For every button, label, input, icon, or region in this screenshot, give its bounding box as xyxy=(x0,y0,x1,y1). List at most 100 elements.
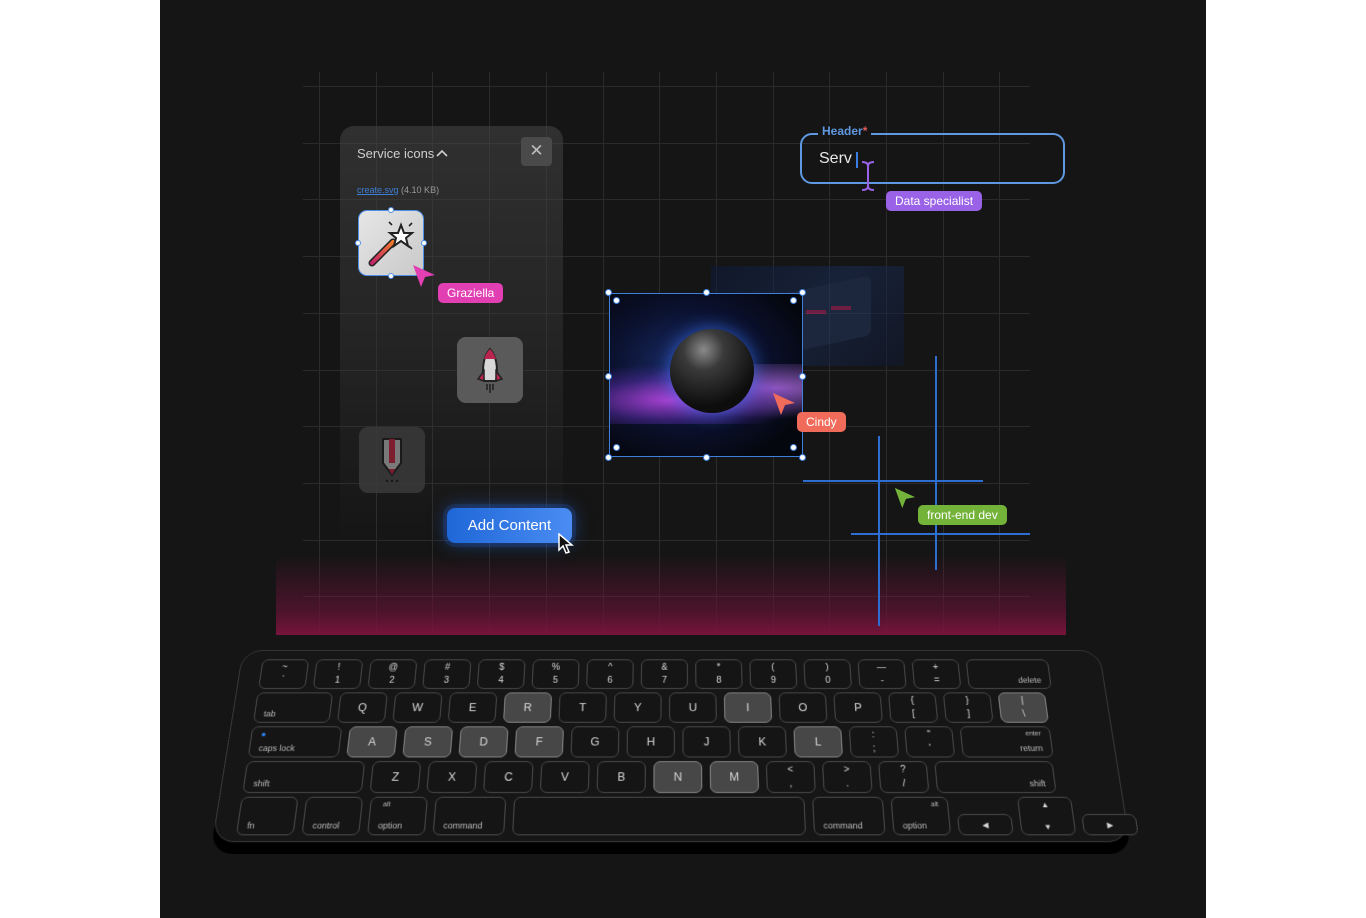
resize-handle[interactable] xyxy=(703,454,710,461)
rotate-handle[interactable] xyxy=(790,297,797,304)
key-f[interactable]: F xyxy=(514,726,564,758)
key-command-left[interactable]: command xyxy=(432,796,507,836)
key-t[interactable]: T xyxy=(558,692,607,723)
key-r[interactable]: R xyxy=(503,692,553,723)
key-i[interactable]: I xyxy=(723,692,773,723)
key-`[interactable]: ~ ` xyxy=(258,659,310,689)
key-symbol[interactable]: | \ xyxy=(997,692,1049,723)
key-3[interactable]: #3 xyxy=(422,659,472,689)
key-space[interactable] xyxy=(512,796,807,836)
key-symbol[interactable]: {[ xyxy=(888,692,939,723)
resize-handle[interactable] xyxy=(703,289,710,296)
key-8[interactable]: * 8 xyxy=(695,659,743,689)
key-symbol[interactable]: " ' xyxy=(904,726,956,758)
key-o[interactable]: O xyxy=(778,692,828,723)
key-label: 9 xyxy=(770,675,777,686)
selected-image-frame[interactable] xyxy=(609,293,803,457)
add-content-button[interactable]: Add Content xyxy=(447,508,572,543)
key-q[interactable]: Q xyxy=(336,692,388,723)
key--[interactable]: — - xyxy=(857,659,907,689)
key-v[interactable]: V xyxy=(539,761,590,794)
key-command-right[interactable]: command xyxy=(812,796,886,836)
key-e[interactable]: E xyxy=(447,692,498,723)
resize-handle[interactable] xyxy=(799,454,806,461)
key-label: ; xyxy=(872,743,876,754)
key-l[interactable]: L xyxy=(793,726,844,758)
key-=[interactable]: + = xyxy=(911,659,962,689)
resize-handle[interactable] xyxy=(388,207,394,213)
key-5[interactable]: % 5 xyxy=(531,659,580,689)
key-label: & xyxy=(661,662,668,673)
key-s[interactable]: S xyxy=(402,726,454,758)
resize-handle[interactable] xyxy=(421,240,427,246)
key-symbol[interactable]: <, xyxy=(765,761,816,794)
key-label: \ xyxy=(1022,709,1026,720)
key-z[interactable]: Z xyxy=(369,761,422,794)
key-h[interactable]: H xyxy=(626,726,675,758)
key-w[interactable]: W xyxy=(392,692,443,723)
key-7[interactable]: & 7 xyxy=(640,659,688,689)
rotate-handle[interactable] xyxy=(613,444,620,451)
key-symbol[interactable]: ? / xyxy=(878,761,930,794)
rotate-handle[interactable] xyxy=(613,297,620,304)
key-2[interactable]: @2 xyxy=(367,659,418,689)
key-symbol[interactable]: }] xyxy=(942,692,994,723)
key-j[interactable]: J xyxy=(682,726,731,758)
resize-handle[interactable] xyxy=(799,289,806,296)
key-shift-left[interactable]: shift xyxy=(242,761,366,794)
key-n[interactable]: N xyxy=(653,761,703,794)
resize-handle[interactable] xyxy=(355,240,361,246)
key-label: enter xyxy=(1025,730,1042,738)
icon-tile-pencil[interactable] xyxy=(359,427,425,493)
key-return[interactable]: enter return xyxy=(959,726,1054,758)
rotate-handle[interactable] xyxy=(790,444,797,451)
key-option-left[interactable]: alt option xyxy=(366,796,428,836)
key-x[interactable]: X xyxy=(426,761,478,794)
collaborator-tag-data-specialist: Data specialist xyxy=(886,191,983,211)
key-arrow-up-down[interactable]: ▲ ▼ xyxy=(1016,796,1077,836)
key-p[interactable]: P xyxy=(833,692,883,723)
key-m[interactable]: M xyxy=(709,761,760,794)
key-control[interactable]: control xyxy=(301,796,364,836)
key-label: delete xyxy=(1017,675,1042,685)
resize-handle[interactable] xyxy=(799,373,806,380)
key-u[interactable]: U xyxy=(669,692,717,723)
file-link[interactable]: create.svg xyxy=(357,185,399,195)
key-arrow-left[interactable]: ◀ xyxy=(956,814,1014,836)
key-option-right[interactable]: alt option xyxy=(890,796,952,836)
key-4[interactable]: $4 xyxy=(476,659,526,689)
key-delete[interactable]: delete xyxy=(965,659,1052,689)
resize-handle[interactable] xyxy=(605,373,612,380)
key-label: > xyxy=(843,764,850,776)
key-label: P xyxy=(853,701,863,714)
key-shift-right[interactable]: shift xyxy=(934,761,1057,794)
key-b[interactable]: B xyxy=(596,761,646,794)
icon-tile-rocket[interactable] xyxy=(457,337,523,403)
key-c[interactable]: C xyxy=(483,761,534,794)
key-d[interactable]: D xyxy=(458,726,509,758)
key-y[interactable]: Y xyxy=(613,692,662,723)
resize-handle[interactable] xyxy=(605,289,612,296)
key-label: K xyxy=(758,735,767,749)
key-6[interactable]: ^ 6 xyxy=(586,659,634,689)
resize-handle[interactable] xyxy=(388,273,394,279)
key-g[interactable]: G xyxy=(570,726,620,758)
key-symbol[interactable]: >. xyxy=(821,761,873,794)
key-fn[interactable]: fn xyxy=(235,796,299,836)
key-arrow-right[interactable]: ▶ xyxy=(1081,814,1139,836)
key-label: " xyxy=(926,729,932,740)
key-caps-lock[interactable]: caps lock xyxy=(247,726,343,758)
key-tab[interactable]: tab xyxy=(252,692,334,723)
resize-handle[interactable] xyxy=(605,454,612,461)
key-a[interactable]: A xyxy=(346,726,398,758)
key-k[interactable]: K xyxy=(737,726,787,758)
key-9[interactable]: (9 xyxy=(749,659,798,689)
key-label: command xyxy=(442,820,483,831)
key-label: % xyxy=(551,662,561,673)
key-0[interactable]: ) 0 xyxy=(803,659,852,689)
key-symbol[interactable]: :; xyxy=(848,726,900,758)
key-label: S xyxy=(423,735,433,749)
chevron-up-icon[interactable] xyxy=(436,147,448,161)
close-button[interactable]: ✕ xyxy=(521,137,552,166)
key-1[interactable]: ! 1 xyxy=(312,659,364,689)
